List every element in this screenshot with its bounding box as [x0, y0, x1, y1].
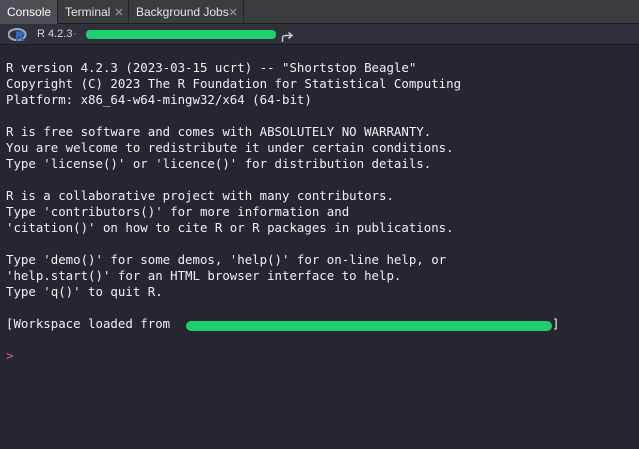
console-prompt-row[interactable]: > [6, 348, 632, 364]
pane-tab-bar: Console Terminal Background Jobs [0, 0, 639, 24]
tab-background-jobs[interactable]: Background Jobs [129, 0, 244, 24]
console-prompt: > [6, 348, 14, 363]
console-line: 'help.start()' for an HTML browser inter… [6, 268, 402, 283]
console-line: R is free software and comes with ABSOLU… [6, 124, 432, 139]
close-icon[interactable] [113, 6, 125, 18]
console-line: Type 'contributors()' for more informati… [6, 204, 350, 219]
path-separator: · [73, 28, 77, 40]
console-line: 'citation()' on how to cite R or R packa… [6, 220, 454, 235]
tab-console[interactable]: Console [0, 0, 58, 24]
console-line: R is a collaborative project with many c… [6, 188, 394, 203]
tab-terminal[interactable]: Terminal [58, 0, 129, 24]
tab-console-label: Console [7, 5, 52, 19]
console-line: You are welcome to redistribute it under… [6, 140, 454, 155]
close-icon[interactable] [227, 6, 239, 18]
workspace-path-redacted [186, 321, 552, 331]
console-line: R version 4.2.3 (2023-03-15 ucrt) -- "Sh… [6, 60, 417, 75]
workspace-loaded-prefix: [Workspace loaded from [6, 316, 171, 331]
console-line: Type 'demo()' for some demos, 'help()' f… [6, 252, 447, 267]
working-directory-path-redacted [86, 30, 276, 39]
console-output[interactable]: R version 4.2.3 (2023-03-15 ucrt) -- "Sh… [0, 45, 639, 449]
tab-terminal-label: Terminal [65, 5, 111, 19]
console-input[interactable] [20, 348, 620, 364]
console-line: Platform: x86_64-w64-mingw32/x64 (64-bit… [6, 92, 312, 107]
workspace-loaded-suffix: ] [552, 316, 560, 331]
goto-directory-arrow-icon[interactable] [281, 28, 294, 42]
console-line: Copyright (C) 2023 The R Foundation for … [6, 76, 462, 91]
console-line: Type 'license()' or 'licence()' for dist… [6, 156, 432, 171]
console-line: Type 'q()' to quit R. [6, 284, 163, 299]
console-toolbar: R 4.2.3 · [0, 24, 639, 45]
r-version-label[interactable]: R 4.2.3 [37, 24, 72, 44]
tab-background-jobs-label: Background Jobs [136, 5, 229, 19]
r-logo-icon[interactable] [7, 27, 28, 42]
